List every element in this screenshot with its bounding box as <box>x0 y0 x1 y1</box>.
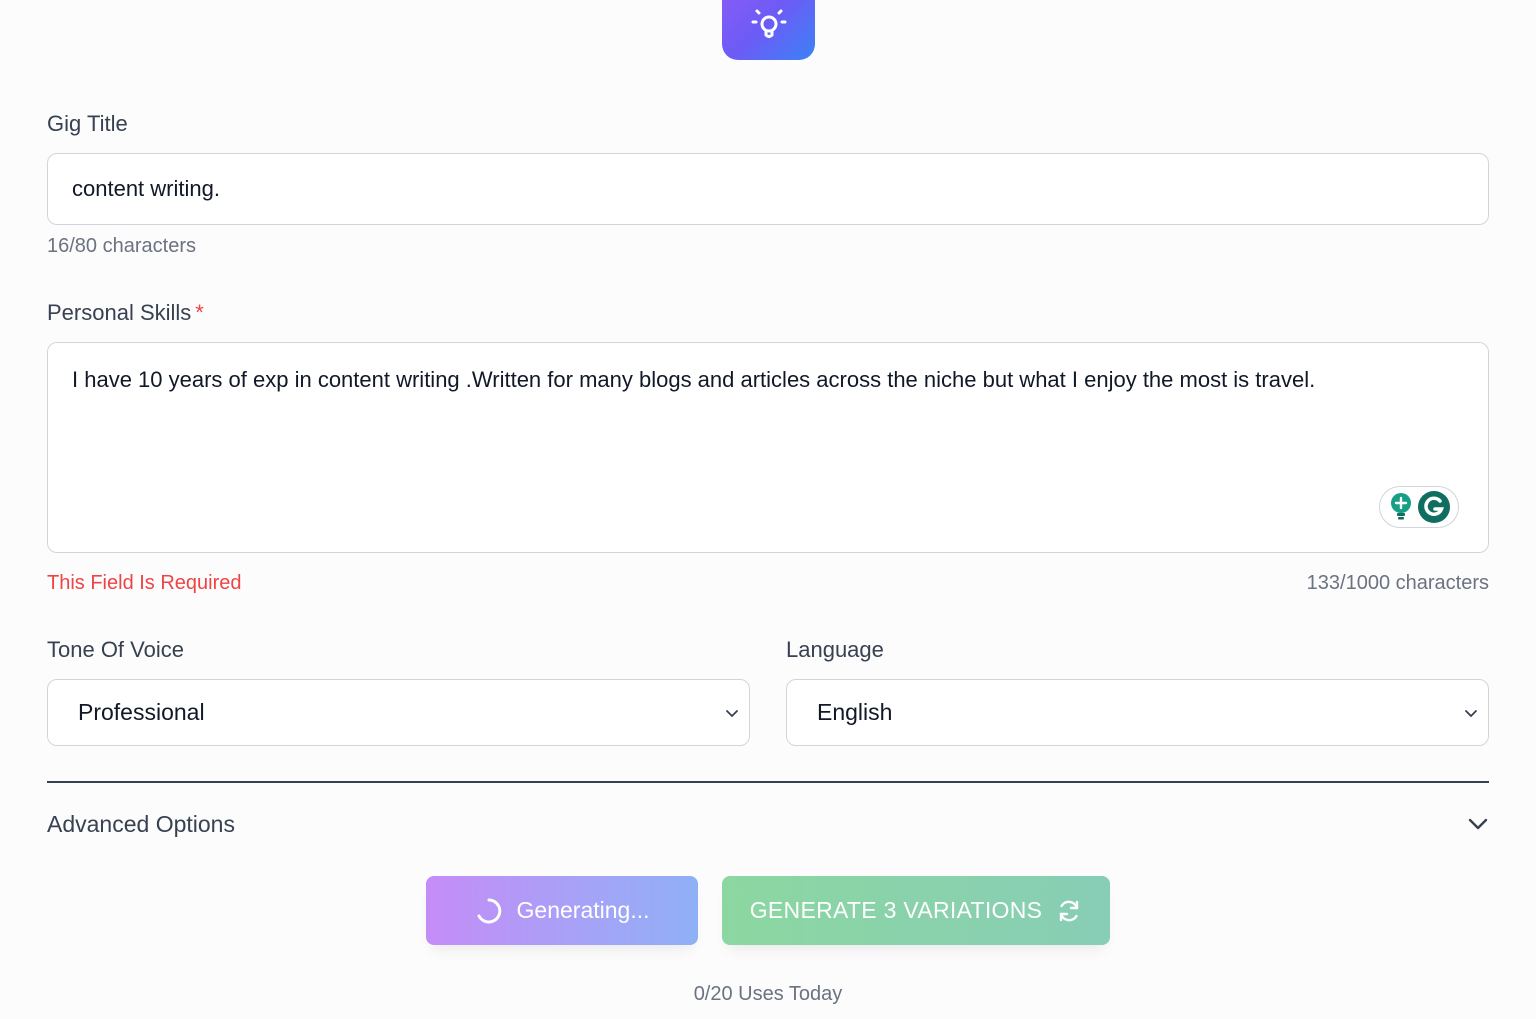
gig-generator-form: Gig Title 16/80 characters Personal Skil… <box>0 0 1536 1019</box>
generate-button-label: Generating... <box>516 897 650 923</box>
chevron-down-icon <box>1465 709 1477 717</box>
refresh-icon <box>1060 900 1079 921</box>
language-label: Language <box>786 637 884 662</box>
section-divider <box>47 781 1489 783</box>
generate-variations-button[interactable]: GENERATE 3 VARIATIONS <box>722 876 1110 945</box>
lightbulb-icon <box>751 9 786 38</box>
personal-skills-label-text: Personal Skills <box>47 300 192 325</box>
usage-counter: 0/20 Uses Today <box>693 983 843 1005</box>
personal-skills-counter: 133/1000 characters <box>1306 572 1489 594</box>
chevron-down-icon[interactable] <box>1467 817 1489 831</box>
grammarly-widget[interactable] <box>1379 486 1459 528</box>
gig-title-input[interactable] <box>47 153 1489 225</box>
loading-spinner-icon <box>477 898 501 923</box>
tone-of-voice-select[interactable]: Professional <box>47 679 750 746</box>
chevron-down-icon <box>726 709 738 717</box>
grammarly-g-icon[interactable] <box>1417 490 1451 524</box>
tone-of-voice-label: Tone Of Voice <box>47 637 184 662</box>
advanced-options-label: Advanced Options <box>47 810 235 837</box>
advanced-options-toggle[interactable]: Advanced Options <box>47 800 1489 848</box>
gig-title-label: Gig Title <box>47 111 128 136</box>
generate-button[interactable]: Generating... <box>426 876 698 945</box>
language-selected-value: English <box>817 699 893 725</box>
language-select[interactable]: English <box>786 679 1489 746</box>
tone-selected-value: Professional <box>78 699 205 725</box>
gig-title-counter: 16/80 characters <box>47 235 196 257</box>
personal-skills-textarea[interactable]: I have 10 years of exp in content writin… <box>47 342 1489 553</box>
grammarly-bulb-icon[interactable] <box>1388 492 1414 522</box>
personal-skills-label: Personal Skills * <box>47 300 204 326</box>
app-logo <box>722 0 815 60</box>
required-asterisk: * <box>195 300 204 325</box>
field-error-message: This Field Is Required <box>47 572 242 594</box>
generate-variations-label: GENERATE 3 VARIATIONS <box>749 897 1043 923</box>
